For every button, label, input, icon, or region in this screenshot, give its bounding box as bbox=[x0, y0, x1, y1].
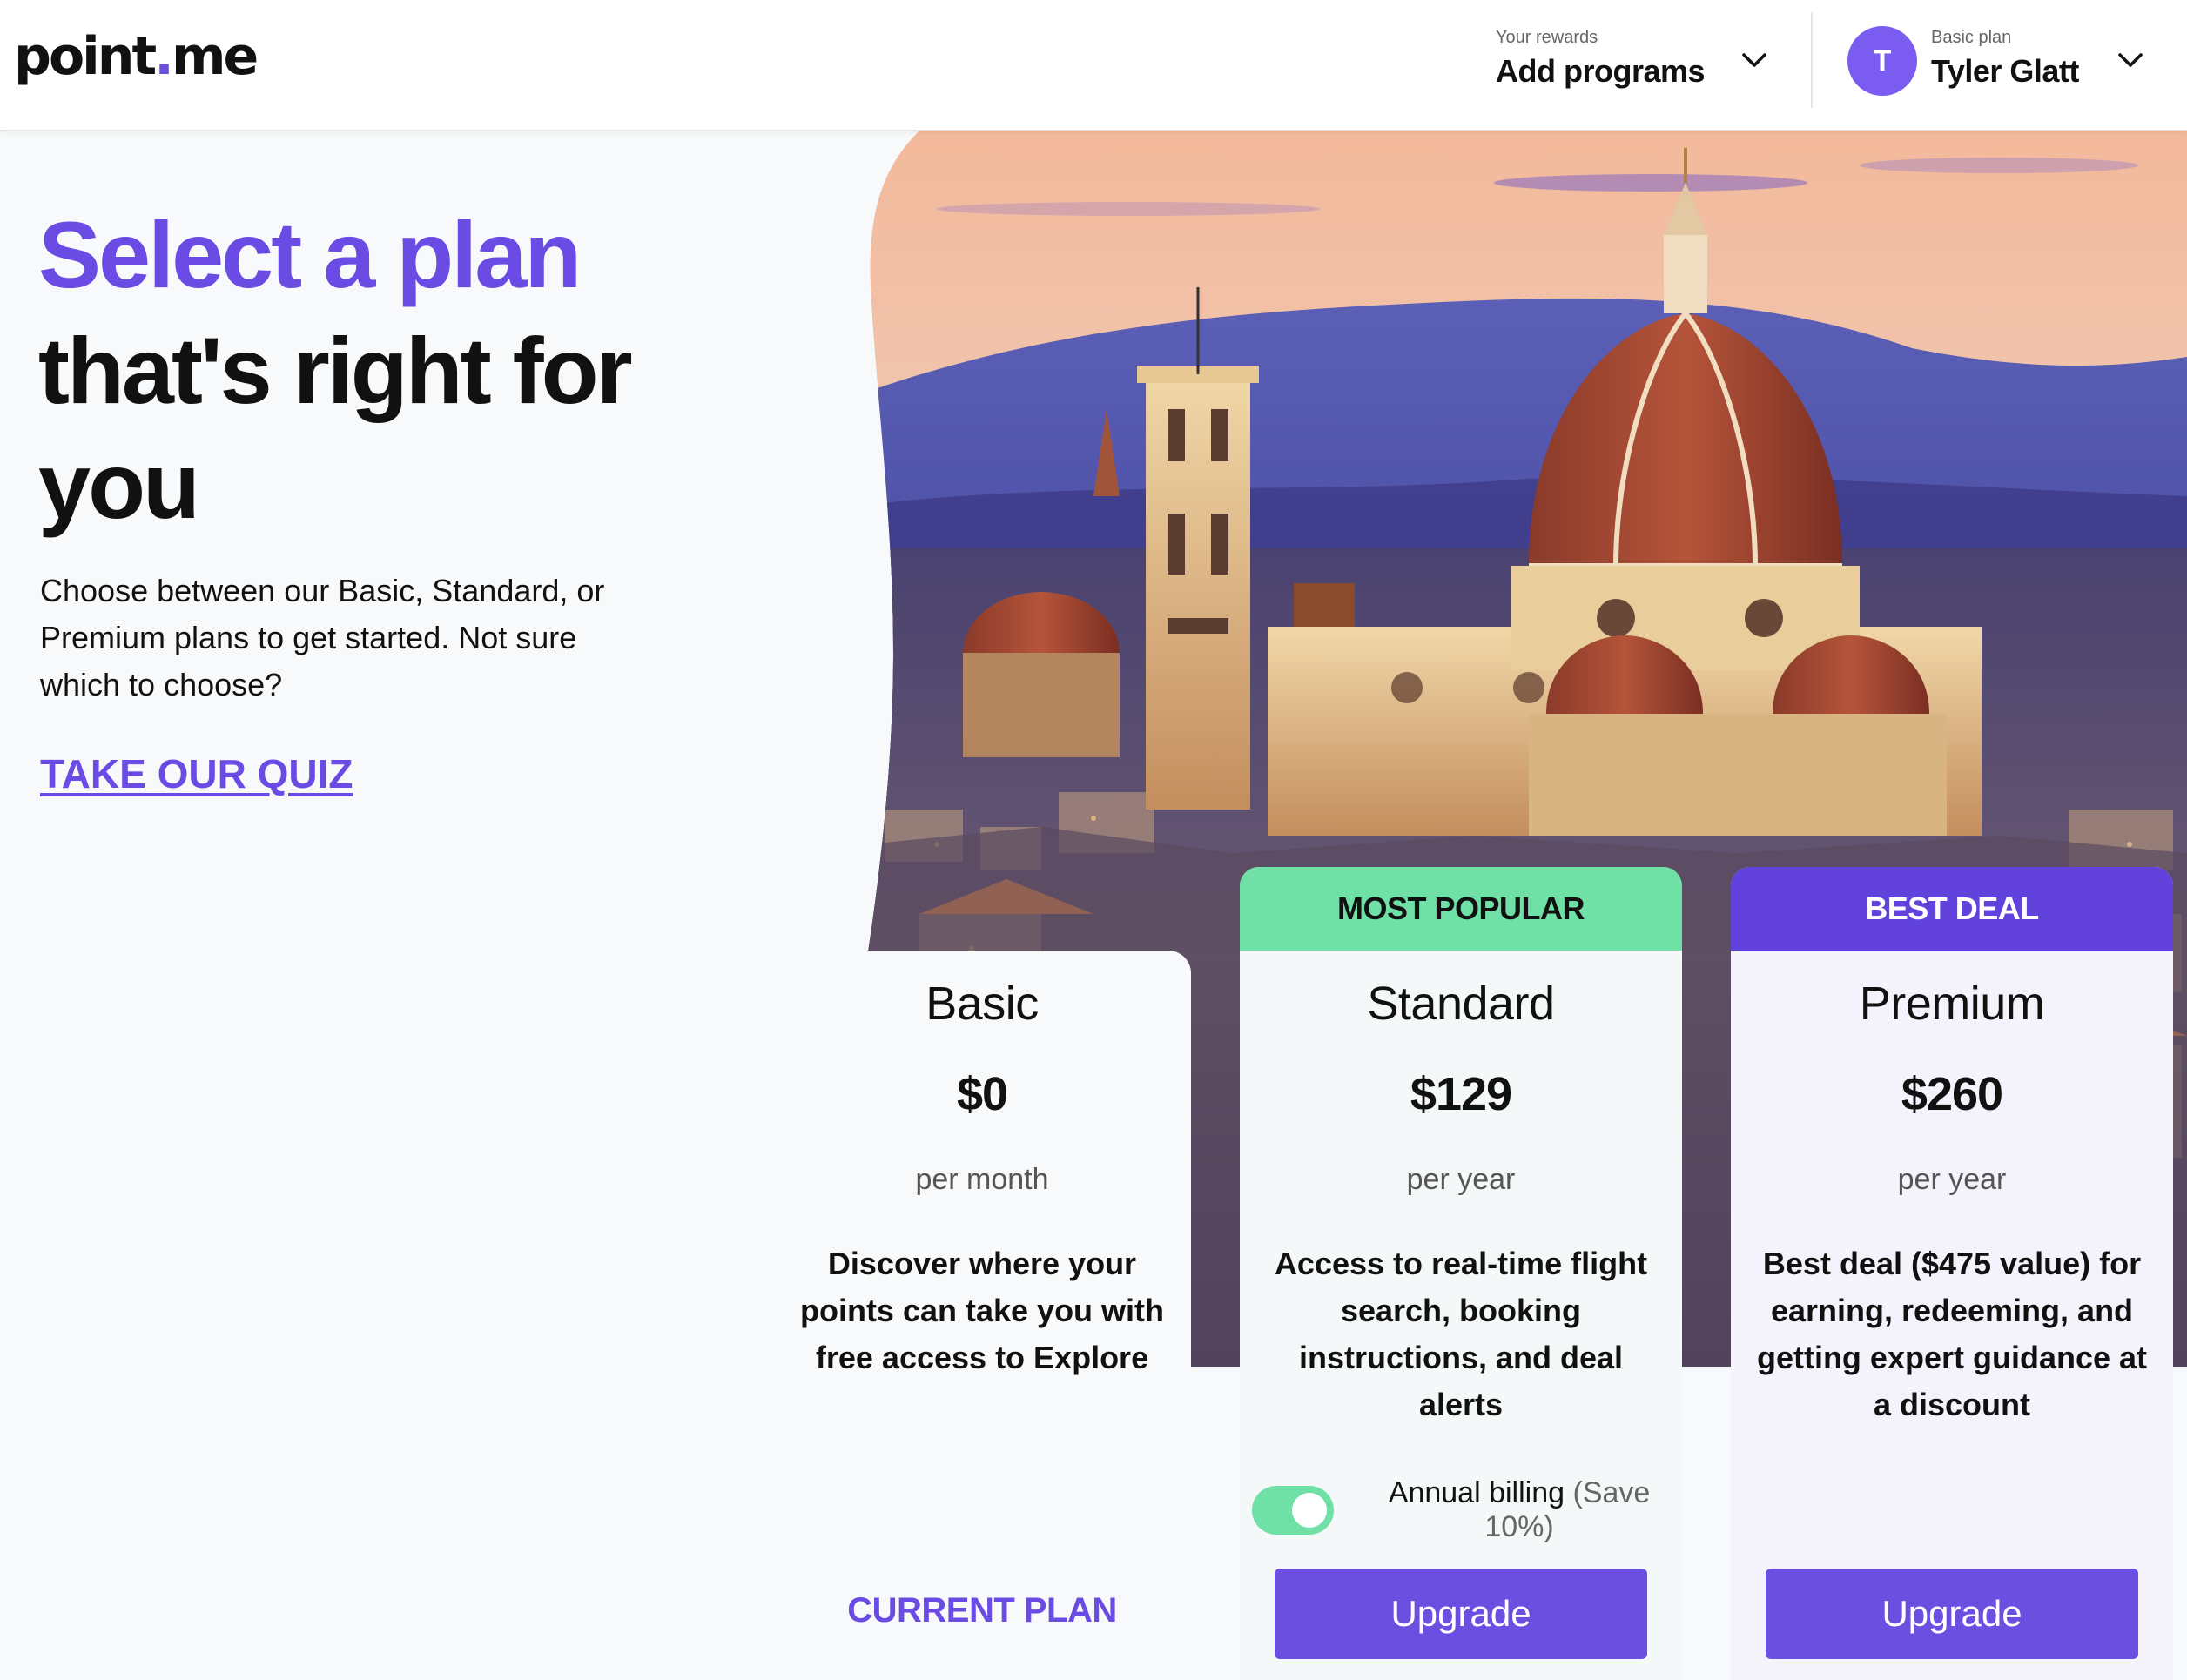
plan-name: Standard bbox=[1367, 978, 1555, 1030]
page-title: that's right for you bbox=[38, 318, 633, 538]
plan-price: $129 bbox=[1410, 1068, 1512, 1120]
avatar[interactable]: T bbox=[1847, 26, 1917, 96]
plan-card-premium: BEST DEAL Premium $260 per year Best dea… bbox=[1731, 867, 2173, 1680]
header-divider bbox=[1811, 12, 1813, 108]
upgrade-standard-button[interactable]: Upgrade bbox=[1275, 1569, 1647, 1659]
most-popular-badge: MOST POPULAR bbox=[1240, 867, 1682, 951]
plan-description: Access to real-time flight search, booki… bbox=[1274, 1246, 1648, 1422]
plan-period: per month bbox=[915, 1163, 1049, 1196]
plan-name: Premium bbox=[1859, 978, 2045, 1030]
upgrade-premium-button[interactable]: Upgrade bbox=[1766, 1569, 2138, 1659]
page-title-accent: Select a plan bbox=[38, 202, 582, 307]
rewards-caption: Your rewards bbox=[1496, 28, 1598, 47]
plan-period: per year bbox=[1406, 1163, 1516, 1196]
rewards-menu[interactable]: Your rewards Add programs bbox=[1496, 28, 1706, 90]
annual-billing-label: Annual billing (Save 10%) bbox=[1388, 1476, 1651, 1543]
plan-price: $260 bbox=[1901, 1068, 2003, 1120]
top-header: point.me Your rewards Add programs T Bas… bbox=[0, 0, 2187, 131]
account-menu[interactable]: Basic plan Tyler Glatt bbox=[1931, 28, 2079, 90]
plan-period: per year bbox=[1897, 1163, 2007, 1196]
add-programs-label[interactable]: Add programs bbox=[1496, 53, 1706, 90]
plan-card-standard: MOST POPULAR Standard $129 per year Acce… bbox=[1240, 867, 1682, 1680]
plan-card-basic: Basic $0 per month Discover where your p… bbox=[773, 951, 1191, 1680]
annual-billing-row: Annual billing (Save 10%) bbox=[1252, 1476, 1682, 1544]
plan-caption: Basic plan bbox=[1931, 28, 2012, 47]
user-name[interactable]: Tyler Glatt bbox=[1931, 53, 2079, 90]
chevron-down-icon[interactable] bbox=[2116, 45, 2145, 75]
current-plan-label: CURRENT PLAN bbox=[847, 1591, 1117, 1630]
best-deal-badge: BEST DEAL bbox=[1731, 867, 2173, 951]
chevron-down-icon[interactable] bbox=[1740, 45, 1769, 75]
annual-billing-toggle[interactable] bbox=[1252, 1486, 1335, 1535]
plan-description: Best deal ($475 value) for earning, rede… bbox=[1756, 1246, 2148, 1422]
plan-price: $0 bbox=[956, 1068, 1008, 1120]
toggle-knob bbox=[1292, 1493, 1328, 1528]
plan-name: Basic bbox=[925, 978, 1039, 1030]
take-quiz-link[interactable]: TAKE OUR QUIZ bbox=[40, 750, 353, 797]
pointme-logo[interactable]: point.me bbox=[14, 26, 259, 87]
intro-text: Choose between our Basic, Standard, or P… bbox=[40, 573, 605, 702]
plan-description: Discover where your points can take you … bbox=[799, 1246, 1165, 1375]
